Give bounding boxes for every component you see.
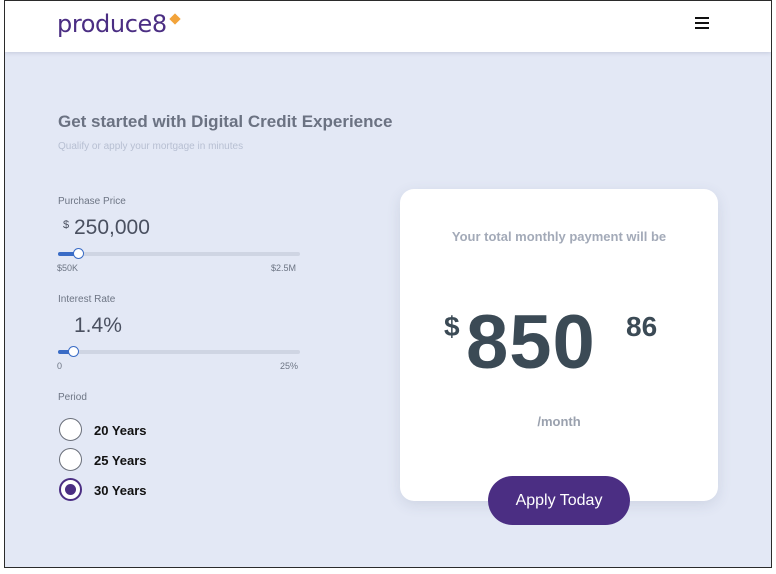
period-label: Period bbox=[58, 392, 87, 403]
period-option-label[interactable]: 20 Years bbox=[94, 423, 147, 438]
payment-amount-whole: 850 bbox=[466, 300, 596, 385]
purchase-price-label: Purchase Price bbox=[58, 196, 126, 207]
period-radio-30-years[interactable] bbox=[59, 478, 82, 501]
page-subtitle: Qualify or apply your mortgage in minute… bbox=[58, 141, 244, 152]
period-radio-20-years[interactable] bbox=[59, 418, 82, 441]
purchase-price-currency: $ bbox=[63, 219, 70, 231]
page-frame: produce8 Get started with Digital Credit… bbox=[4, 0, 772, 568]
purchase-price-min-label: $50K bbox=[57, 263, 79, 273]
interest-rate-slider[interactable] bbox=[58, 346, 300, 357]
period-option-label[interactable]: 25 Years bbox=[94, 453, 147, 468]
top-header: produce8 bbox=[5, 1, 771, 52]
purchase-price-value[interactable]: 250,000 bbox=[74, 216, 150, 240]
purchase-price-slider-thumb[interactable] bbox=[73, 248, 84, 259]
logo[interactable]: produce8 bbox=[57, 10, 167, 38]
interest-rate-label: Interest Rate bbox=[58, 294, 116, 305]
period-radio-25-years[interactable] bbox=[59, 448, 82, 471]
payment-period-suffix: /month bbox=[537, 414, 581, 429]
period-option-label[interactable]: 30 Years bbox=[94, 483, 147, 498]
purchase-price-max-label: $2.5M bbox=[271, 263, 297, 273]
interest-rate-slider-thumb[interactable] bbox=[68, 346, 79, 357]
payment-amount-cents: 86 bbox=[626, 311, 658, 342]
interest-rate-value[interactable]: 1.4% bbox=[74, 314, 122, 338]
interest-rate-max-label: 25% bbox=[280, 361, 299, 371]
logo-diamond-icon bbox=[169, 13, 181, 25]
apply-today-button[interactable]: Apply Today bbox=[488, 476, 630, 525]
payment-summary-card: Your total monthly payment will be $ 850… bbox=[400, 189, 718, 501]
purchase-price-slider[interactable] bbox=[58, 248, 300, 259]
payment-currency-symbol: $ bbox=[444, 311, 460, 342]
hamburger-menu-icon[interactable] bbox=[695, 17, 709, 30]
page-title: Get started with Digital Credit Experien… bbox=[58, 112, 393, 131]
interest-rate-min-label: 0 bbox=[57, 361, 63, 371]
payment-card-heading: Your total monthly payment will be bbox=[451, 229, 667, 244]
